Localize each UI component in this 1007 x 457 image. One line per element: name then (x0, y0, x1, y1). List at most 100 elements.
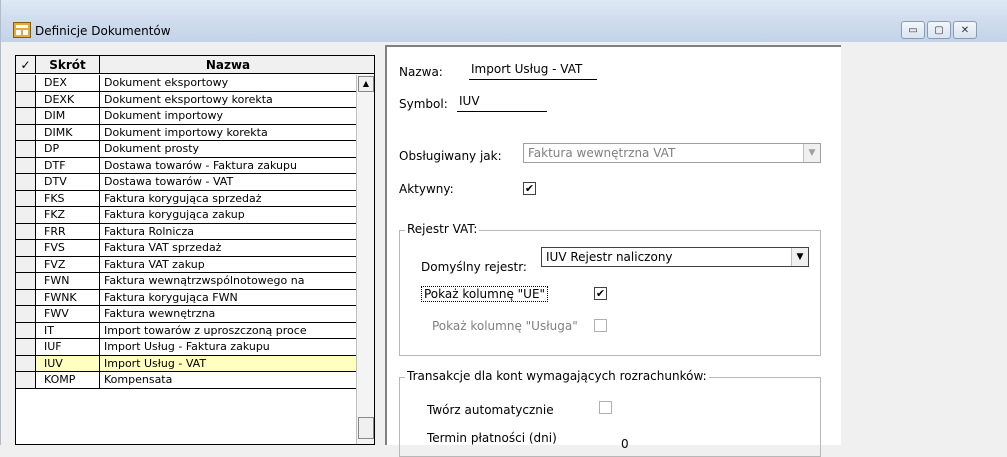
table-row[interactable]: FVS Faktura VAT sprzedaż (16, 240, 356, 257)
scroll-thumb[interactable] (358, 417, 374, 439)
handled-as-label: Obsługiwany jak: (399, 149, 502, 163)
grid-scrollbar[interactable]: ▲ (356, 75, 374, 444)
table-row[interactable]: FKZ Faktura korygująca zakup (16, 207, 356, 224)
row-indicator[interactable] (16, 240, 36, 256)
row-name-cell: Dostawa towarów - Faktura zakupu (104, 158, 297, 172)
grid-header: ✓ Skrót Nazwa (16, 56, 374, 74)
transactions-group (399, 377, 821, 457)
app-icon (13, 22, 31, 38)
row-code-cell: FVS (36, 240, 100, 256)
row-name-cell: Faktura wewnątrzwspólnotowego na (104, 274, 305, 287)
show-ue-checkbox[interactable]: ✔ (594, 287, 607, 300)
row-indicator[interactable] (16, 157, 36, 173)
show-service-checkbox[interactable] (594, 319, 607, 332)
table-row[interactable]: FWN Faktura wewnątrzwspólnotowego na (16, 273, 356, 290)
close-button[interactable]: ✕ (953, 21, 977, 39)
row-indicator[interactable] (16, 256, 36, 272)
row-name-cell: Dostawa towarów - VAT (104, 175, 234, 188)
row-code-cell: DTF (36, 157, 100, 173)
minimize-icon: ▭ (908, 24, 918, 36)
row-name-cell: Dokument importowy (104, 109, 224, 122)
row-name-cell: Faktura korygująca FWN (104, 290, 238, 304)
table-row[interactable]: IT Import towarów z uproszczoną proce (16, 322, 356, 339)
row-indicator[interactable] (16, 190, 36, 206)
table-row[interactable]: FKS Faktura korygująca sprzedaż (16, 190, 356, 207)
row-indicator[interactable] (16, 124, 36, 140)
table-row[interactable]: KOMP Kompensata (16, 372, 356, 389)
row-code-cell: FRR (36, 223, 100, 239)
row-code-cell: IUV (36, 355, 100, 371)
show-ue-label: Pokaż kolumnę "UE" (421, 286, 549, 302)
table-row[interactable]: DP Dokument prosty (16, 141, 356, 158)
row-name-cell: Faktura korygująca sprzedaż (104, 191, 262, 205)
table-row[interactable]: FRR Faktura Rolnicza (16, 223, 356, 240)
row-indicator[interactable] (16, 306, 36, 322)
active-label: Aktywny: (399, 182, 454, 196)
table-row[interactable]: DIM Dokument importowy (16, 108, 356, 125)
table-row[interactable]: IUF Import Usług - Faktura zakupu (16, 339, 356, 356)
auto-create-checkbox[interactable] (599, 401, 612, 414)
minimize-button[interactable]: ▭ (901, 21, 925, 39)
row-indicator[interactable] (16, 108, 36, 124)
row-name-cell: Faktura Rolnicza (104, 224, 194, 238)
name-column-header[interactable]: Nazwa (100, 56, 356, 74)
table-row[interactable]: IUV Import Usług - VAT (16, 355, 356, 372)
handled-as-select[interactable]: Faktura wewnętrzna VAT ▼ (523, 143, 821, 163)
row-code-cell: FVZ (36, 256, 100, 272)
documents-grid[interactable]: ✓ Skrót Nazwa DEX Dokument eksportowy DEXK… (15, 55, 375, 445)
row-indicator[interactable] (16, 75, 36, 91)
table-row[interactable]: FVZ Faktura VAT zakup (16, 256, 356, 273)
row-name-cell: Faktura VAT zakup (104, 257, 205, 271)
table-row[interactable]: DTV Dostawa towarów - VAT (16, 174, 356, 191)
row-indicator[interactable] (16, 322, 36, 338)
title-bar[interactable]: Definicje Dokumentów ▭ ▢ ✕ (1, 0, 1007, 42)
auto-create-label: Twórz automatycznie (427, 403, 554, 417)
row-name-cell: Dokument importowy korekta (104, 125, 268, 139)
row-name-cell: Import Usług - Faktura zakupu (104, 340, 270, 353)
check-column-header[interactable]: ✓ (16, 56, 36, 74)
name-field[interactable]: Import Usług - VAT (469, 62, 597, 80)
definition-form-panel: Nazwa: Import Usług - VAT Symbol: IUV Ob… (385, 45, 841, 457)
symbol-label: Symbol: (399, 97, 448, 111)
table-row[interactable]: FWV Faktura wewnętrzna (16, 306, 356, 323)
row-indicator[interactable] (16, 91, 36, 107)
document-definitions-window: Definicje Dokumentów ▭ ▢ ✕ ✓ Skrót Nazwa… (0, 0, 1007, 457)
grid-rows: DEX Dokument eksportowy DEXK Dokument ekspo… (16, 75, 356, 389)
default-register-value: IUV Rejestr naliczony (546, 250, 673, 264)
maximize-button[interactable]: ▢ (927, 21, 951, 39)
default-register-label: Domyślny rejestr: (421, 260, 527, 274)
default-register-select[interactable]: IUV Rejestr naliczony ▼ (541, 247, 809, 267)
table-row[interactable]: DEXK Dokument eksportowy korekta (16, 91, 356, 108)
row-code-cell: DP (36, 141, 100, 157)
row-indicator[interactable] (16, 174, 36, 190)
scroll-up-icon[interactable]: ▲ (358, 76, 374, 92)
row-name-cell: Import Usług - VAT (100, 355, 356, 371)
code-column-header[interactable]: Skrót (36, 56, 100, 74)
close-icon: ✕ (960, 24, 970, 36)
row-code-cell: DIM (36, 108, 100, 124)
table-row[interactable]: DEX Dokument eksportowy (16, 75, 356, 92)
active-checkbox[interactable]: ✔ (523, 182, 536, 195)
row-name-cell: Faktura korygująca zakup (104, 208, 245, 221)
row-indicator[interactable] (16, 339, 36, 355)
payment-term-field[interactable]: 0 (621, 437, 629, 451)
table-row[interactable]: DTF Dostawa towarów - Faktura zakupu (16, 157, 356, 174)
symbol-field[interactable]: IUV (457, 94, 547, 112)
row-indicator[interactable] (16, 223, 36, 239)
row-indicator[interactable] (16, 372, 36, 388)
row-code-cell: DIMK (36, 124, 100, 140)
row-indicator[interactable] (16, 207, 36, 223)
row-indicator[interactable] (16, 289, 36, 305)
row-code-cell: FWN (36, 273, 100, 289)
row-name-cell: Faktura VAT sprzedaż (104, 241, 222, 254)
table-row[interactable]: FWNK Faktura korygująca FWN (16, 289, 356, 306)
row-code-cell: FKZ (36, 207, 100, 223)
row-indicator[interactable] (16, 141, 36, 157)
row-code-cell: FWV (36, 306, 100, 322)
transactions-title: Transakcje dla kont wymagających rozrach… (405, 369, 709, 383)
table-row[interactable]: DIMK Dokument importowy korekta (16, 124, 356, 141)
row-code-cell: DEXK (36, 91, 100, 107)
row-indicator[interactable] (16, 273, 36, 289)
payment-term-label: Termin płatności (dni) (427, 431, 557, 445)
row-indicator[interactable] (16, 355, 36, 371)
